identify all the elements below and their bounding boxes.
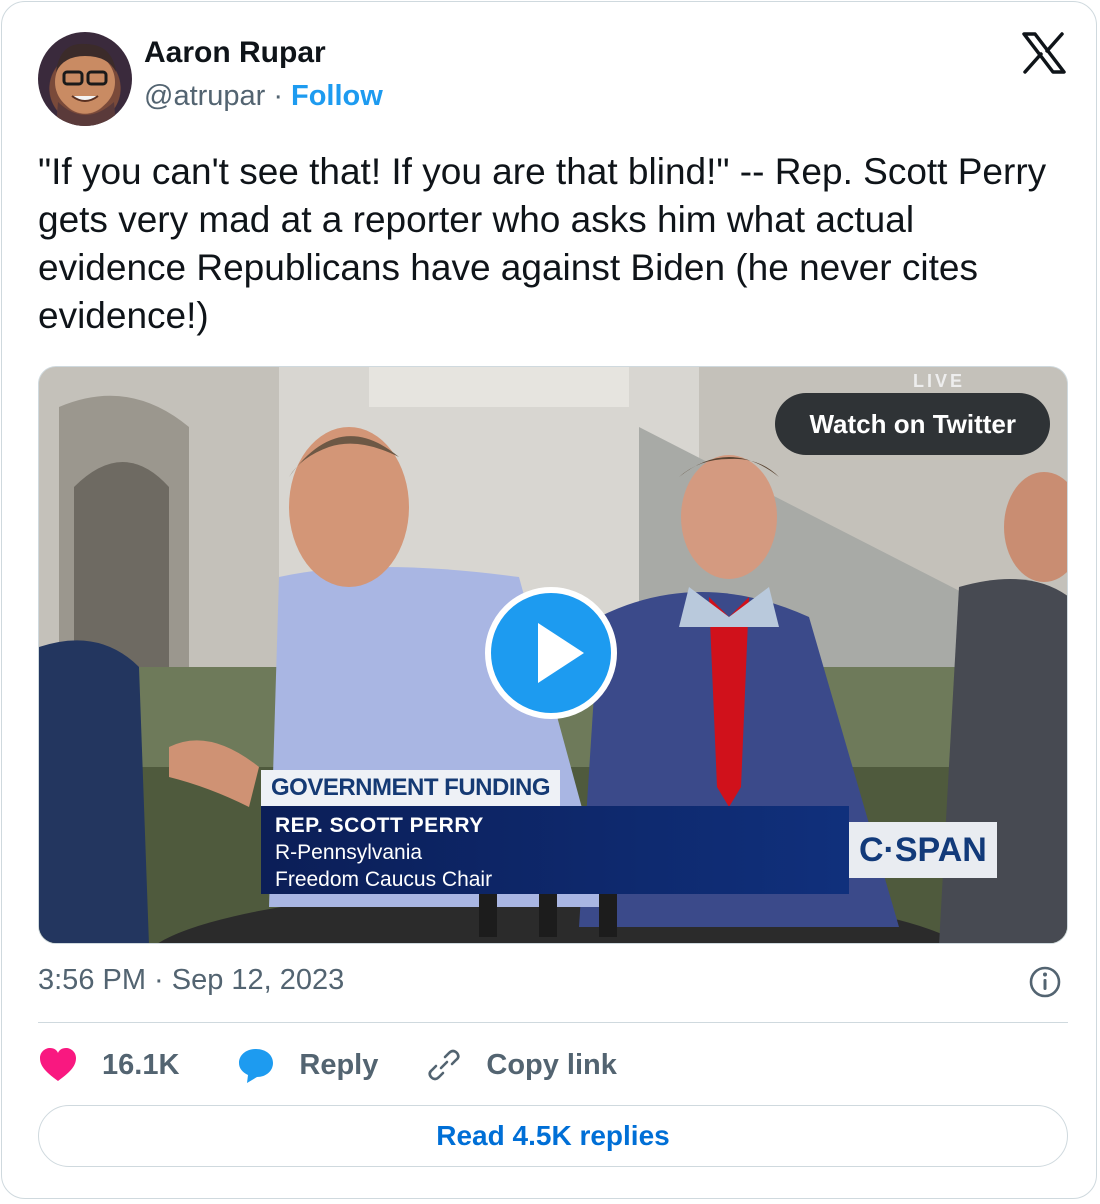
handle-separator: · bbox=[273, 80, 283, 112]
avatar[interactable] bbox=[38, 32, 132, 126]
play-button[interactable] bbox=[485, 587, 617, 719]
heart-icon bbox=[40, 1048, 76, 1081]
copy-link-label: Copy link bbox=[486, 1048, 617, 1081]
info-icon[interactable] bbox=[1028, 965, 1062, 999]
chyron-box: REP. SCOTT PERRY R-Pennsylvania Freedom … bbox=[261, 806, 849, 894]
read-replies-button[interactable]: Read 4.5K replies bbox=[38, 1105, 1068, 1167]
network-logo: C·SPAN bbox=[849, 822, 997, 878]
like-count: 16.1K bbox=[102, 1048, 180, 1081]
reply-bubble-icon bbox=[239, 1049, 274, 1083]
play-icon bbox=[538, 623, 584, 683]
author-handle[interactable]: @atrupar bbox=[144, 80, 265, 113]
action-bar: 16.1K Reply Copy link bbox=[38, 1042, 617, 1088]
watch-on-twitter-button[interactable]: Watch on Twitter bbox=[775, 393, 1050, 455]
chyron-name: REP. SCOTT PERRY bbox=[275, 814, 484, 837]
avatar-image bbox=[55, 43, 116, 126]
author-handle-row: @atrupar · Follow bbox=[144, 80, 383, 113]
video-player[interactable]: LIVE Watch on Twitter GOVERNMENT FUNDING… bbox=[38, 366, 1068, 944]
live-indicator: LIVE bbox=[913, 371, 966, 391]
copy-link-button[interactable]: Copy link bbox=[426, 1047, 617, 1083]
link-icon bbox=[428, 1049, 460, 1081]
like-button[interactable]: 16.1K bbox=[38, 1047, 179, 1083]
tweet-timestamp[interactable]: 3:56 PM · Sep 12, 2023 bbox=[38, 964, 344, 997]
tweet-embed-card: Aaron Rupar @atrupar · Follow "If you ca… bbox=[1, 1, 1097, 1199]
author-name[interactable]: Aaron Rupar bbox=[144, 36, 326, 70]
reply-label: Reply bbox=[299, 1048, 379, 1081]
chyron-party: R-Pennsylvania bbox=[275, 841, 423, 864]
divider bbox=[38, 1022, 1068, 1023]
reply-button[interactable]: Reply bbox=[237, 1046, 378, 1084]
chyron-title: Freedom Caucus Chair bbox=[275, 868, 493, 891]
follow-button[interactable]: Follow bbox=[291, 80, 383, 113]
tweet-text: "If you can't see that! If you are that … bbox=[38, 151, 1047, 336]
x-logo-icon[interactable] bbox=[1022, 32, 1066, 74]
chyron-headline: GOVERNMENT FUNDING bbox=[261, 770, 560, 806]
